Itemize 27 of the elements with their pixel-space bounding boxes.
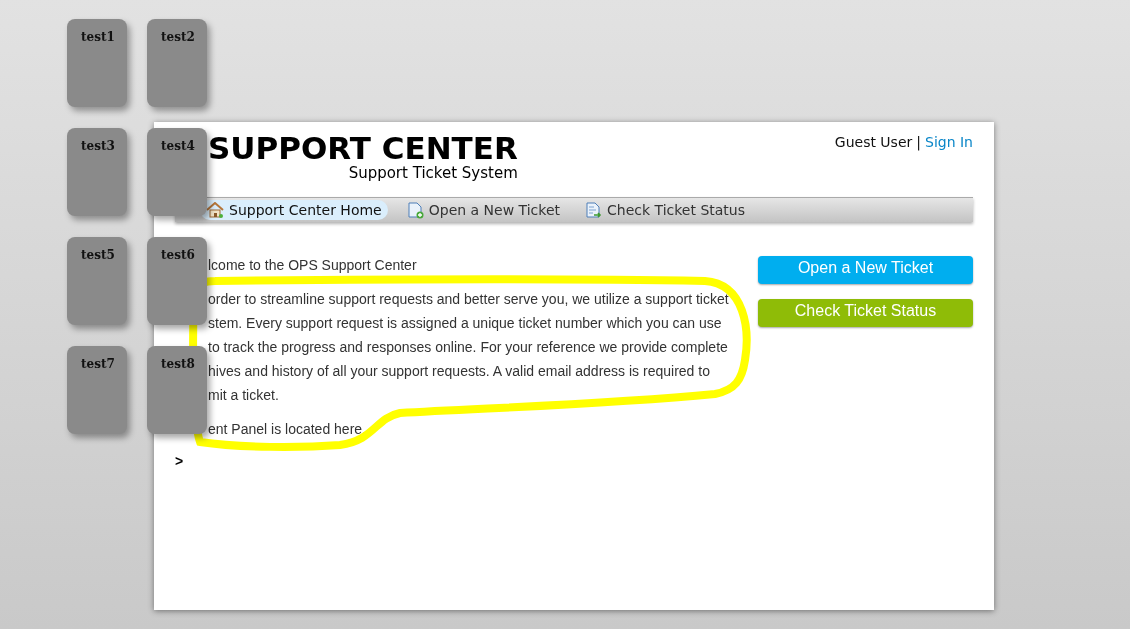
test-tile[interactable]: test4 bbox=[147, 128, 207, 216]
nav-tab[interactable]: Support Center Home bbox=[200, 200, 388, 220]
test-tile[interactable]: test3 bbox=[67, 128, 127, 216]
test-tile[interactable]: test6 bbox=[147, 237, 207, 325]
house-icon bbox=[206, 202, 224, 218]
sign-in-link[interactable]: Sign In bbox=[925, 132, 973, 153]
paragraph-line: to track the progress and responses online. For your reference we provide complete bbox=[208, 338, 728, 357]
site-subtitle: Support Ticket System bbox=[348, 164, 518, 182]
paragraph-line: stem. Every support request is assigned a unique ticket number which you can use bbox=[208, 314, 722, 333]
test-tile[interactable]: test7 bbox=[67, 346, 127, 434]
paragraph-line: mit a ticket. bbox=[208, 386, 279, 405]
test-tile[interactable]: test2 bbox=[147, 19, 207, 107]
user-name: Guest User bbox=[834, 133, 913, 152]
nav-tab[interactable]: Open a New Ticket bbox=[401, 200, 566, 220]
document-plus-icon bbox=[407, 201, 424, 219]
paragraph-line: hives and history of all your support requests. A valid email address is required to bbox=[208, 362, 710, 381]
panel-note: ent Panel is located here. bbox=[208, 420, 367, 439]
caret-text: > bbox=[175, 452, 184, 471]
test-tile[interactable]: test1 bbox=[67, 19, 127, 107]
document-arrow-icon bbox=[586, 201, 602, 219]
separator: | bbox=[916, 133, 921, 153]
paragraph-line: order to streamline support requests and better serve you, we utilize a support ticket bbox=[208, 290, 729, 309]
nav-tab[interactable]: Check Ticket Status bbox=[580, 200, 751, 220]
site-title[interactable]: SUPPORT CENTER bbox=[208, 130, 518, 166]
welcome-heading: lcome to the OPS Support Center bbox=[208, 256, 418, 275]
test-tile[interactable]: test5 bbox=[67, 237, 127, 325]
test-tile[interactable]: test8 bbox=[147, 346, 207, 434]
